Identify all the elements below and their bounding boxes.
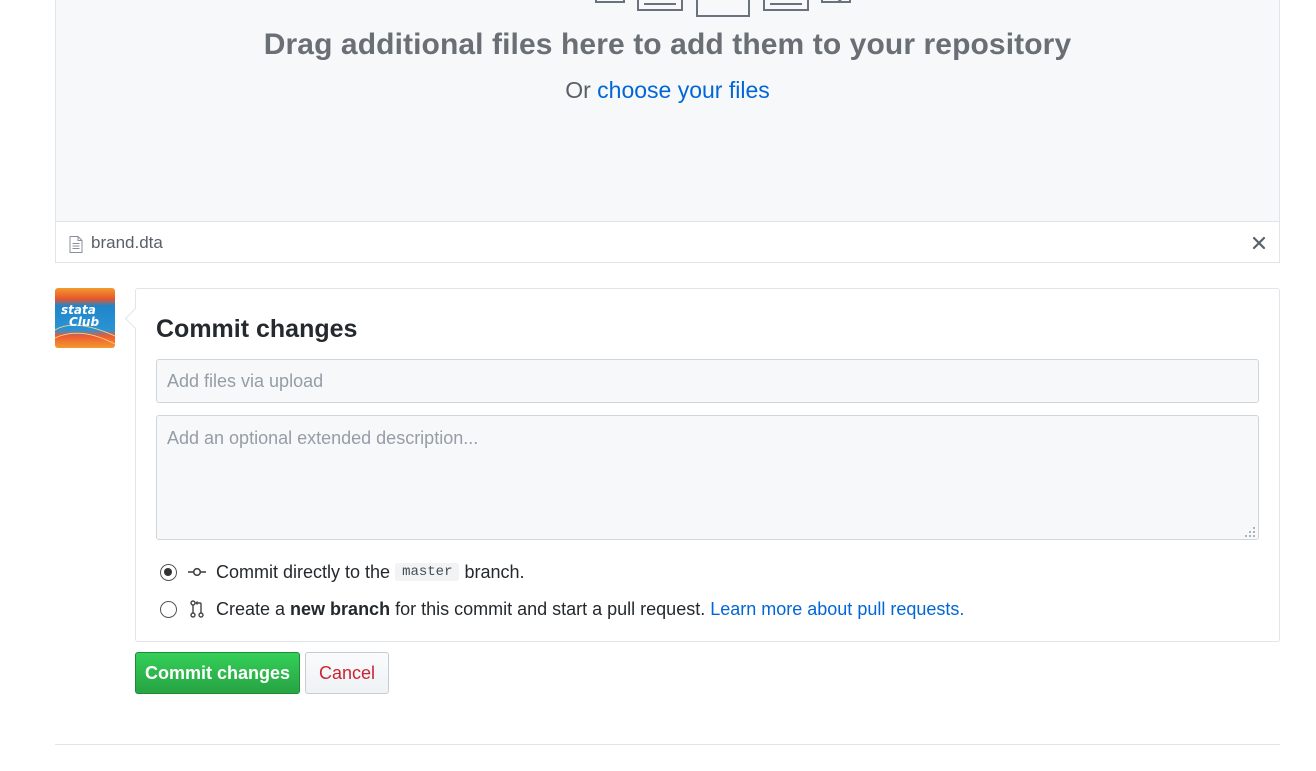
commit-changes-button[interactable]: Commit changes: [135, 652, 300, 694]
file-text-icon: [637, 0, 683, 11]
footer-divider: [55, 744, 1280, 745]
file-icon: [69, 236, 83, 253]
close-icon[interactable]: [1251, 235, 1267, 251]
commit-direct-radio[interactable]: [160, 563, 177, 581]
drop-zone-subtitle: Or choose your files: [56, 77, 1279, 104]
commit-form: Commit changes Commit directly to the ma…: [135, 288, 1280, 642]
file-icons-illustration: [594, 0, 854, 18]
commit-direct-suffix: branch.: [464, 561, 525, 582]
new-branch-suffix: for this commit and start a pull request…: [395, 598, 706, 619]
file-code-icon: [696, 0, 750, 17]
svg-text:Club: Club: [69, 315, 99, 329]
new-branch-prefix: Create a: [216, 598, 286, 619]
stata-club-logo: stata Club: [55, 288, 115, 348]
resize-grip-icon[interactable]: [1244, 526, 1256, 538]
uploaded-file-row: brand.dta: [55, 221, 1280, 263]
git-pull-request-icon: [187, 599, 207, 619]
file-text-icon: [763, 0, 809, 11]
drop-zone-title: Drag additional files here to add them t…: [263, 28, 1072, 61]
file-drop-zone[interactable]: Drag additional files here to add them t…: [55, 0, 1280, 222]
commit-direct-prefix: Commit directly to the: [216, 561, 391, 582]
choose-files-link[interactable]: choose your files: [597, 77, 770, 103]
new-branch-option[interactable]: Create a new branch for this commit and …: [160, 597, 964, 621]
new-branch-radio[interactable]: [160, 600, 177, 618]
cancel-button[interactable]: Cancel: [305, 652, 389, 694]
new-branch-bold: new branch: [290, 598, 391, 619]
branch-name-tag: master: [395, 563, 460, 581]
commit-form-title: Commit changes: [156, 315, 358, 343]
file-icon: [595, 0, 625, 3]
learn-more-pull-requests-link[interactable]: Learn more about pull requests.: [710, 599, 964, 620]
file-image-icon: [821, 0, 851, 3]
file-name: brand.dta: [91, 233, 163, 252]
commit-direct-option[interactable]: Commit directly to the master branch.: [160, 560, 525, 584]
commit-description-textarea[interactable]: [156, 415, 1259, 540]
avatar[interactable]: stata Club: [55, 288, 115, 348]
commit-summary-input[interactable]: [156, 359, 1259, 403]
or-text: Or: [565, 77, 591, 103]
git-commit-icon: [187, 562, 207, 582]
